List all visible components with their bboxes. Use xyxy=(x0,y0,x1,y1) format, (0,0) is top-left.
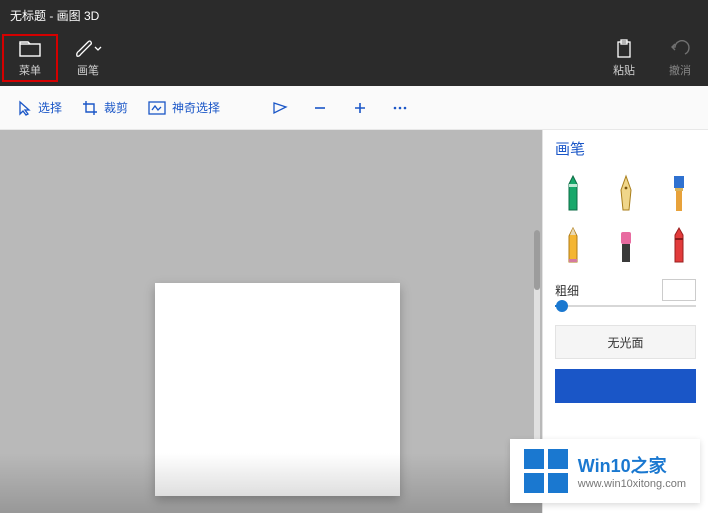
brush-label: 画笔 xyxy=(77,62,99,78)
scrollbar[interactable] xyxy=(534,230,540,450)
slider-thumb[interactable] xyxy=(556,300,568,312)
magic-select-tool[interactable]: 神奇选择 xyxy=(138,86,230,130)
titlebar: 无标题 - 画图 3D xyxy=(0,0,708,30)
crayon-icon xyxy=(668,226,690,266)
paste-button[interactable]: 粘贴 xyxy=(596,34,652,82)
matte-label: 无光面 xyxy=(607,334,643,351)
watermark-brand: Win10之家 xyxy=(578,452,686,478)
eraser-icon xyxy=(615,226,637,266)
select-label: 选择 xyxy=(38,99,62,116)
crop-icon xyxy=(82,100,98,116)
panel-title: 画笔 xyxy=(543,138,708,167)
thickness-value-box[interactable] xyxy=(662,279,696,301)
clipboard-icon xyxy=(615,38,633,60)
thickness-slider[interactable] xyxy=(555,305,696,307)
brush-grid xyxy=(543,167,708,273)
secondary-toolbar: 选择 裁剪 神奇选择 xyxy=(0,86,708,130)
thickness-label: 粗细 xyxy=(555,282,579,299)
canvas-paper[interactable] xyxy=(155,283,400,496)
magic-select-icon xyxy=(148,101,166,115)
brush-marker[interactable] xyxy=(549,171,596,217)
menu-label: 菜单 xyxy=(19,62,41,78)
paste-label: 粘贴 xyxy=(613,62,635,78)
pencil-icon xyxy=(562,226,584,266)
magic-select-label: 神奇选择 xyxy=(172,99,220,116)
menu-button[interactable]: 菜单 xyxy=(2,34,58,82)
watermark: Win10之家 www.win10xitong.com xyxy=(510,439,700,503)
brush-eraser[interactable] xyxy=(602,223,649,269)
windows-logo-icon xyxy=(524,449,568,493)
watermark-url: www.win10xitong.com xyxy=(578,478,686,490)
cursor-icon xyxy=(18,100,32,116)
flat-brush-icon xyxy=(668,174,690,214)
undo-icon xyxy=(670,38,690,60)
canvas-area[interactable] xyxy=(0,130,542,513)
more-tool[interactable] xyxy=(380,86,420,130)
plus-icon xyxy=(353,101,367,115)
undo-label: 撤消 xyxy=(669,62,691,78)
marker-icon xyxy=(562,174,584,214)
crop-tool[interactable]: 裁剪 xyxy=(72,86,138,130)
folder-icon xyxy=(19,38,41,60)
brush-crayon[interactable] xyxy=(655,223,702,269)
flag-tool[interactable] xyxy=(260,86,300,130)
thickness-section: 粗细 xyxy=(543,273,708,303)
brush-pencil[interactable] xyxy=(549,223,596,269)
chevron-down-icon xyxy=(94,46,102,52)
window-title: 无标题 - 画图 3D xyxy=(10,7,99,24)
brush-flat[interactable] xyxy=(655,171,702,217)
brush-dropdown[interactable]: 画笔 xyxy=(60,34,116,82)
minus-tool[interactable] xyxy=(300,86,340,130)
primary-action-button[interactable] xyxy=(555,369,696,403)
crop-label: 裁剪 xyxy=(104,99,128,116)
flag-icon xyxy=(272,101,288,115)
brush-calligraphy[interactable] xyxy=(602,171,649,217)
top-toolbar: 菜单 画笔 粘贴 撤消 xyxy=(0,30,708,86)
matte-button[interactable]: 无光面 xyxy=(555,325,696,359)
more-icon xyxy=(392,105,408,111)
minus-icon xyxy=(313,101,327,115)
plus-tool[interactable] xyxy=(340,86,380,130)
select-tool[interactable]: 选择 xyxy=(8,86,72,130)
brush-icon xyxy=(74,38,102,60)
calligraphy-pen-icon xyxy=(615,174,637,214)
thickness-slider-wrap xyxy=(543,303,708,317)
undo-button[interactable]: 撤消 xyxy=(652,34,708,82)
